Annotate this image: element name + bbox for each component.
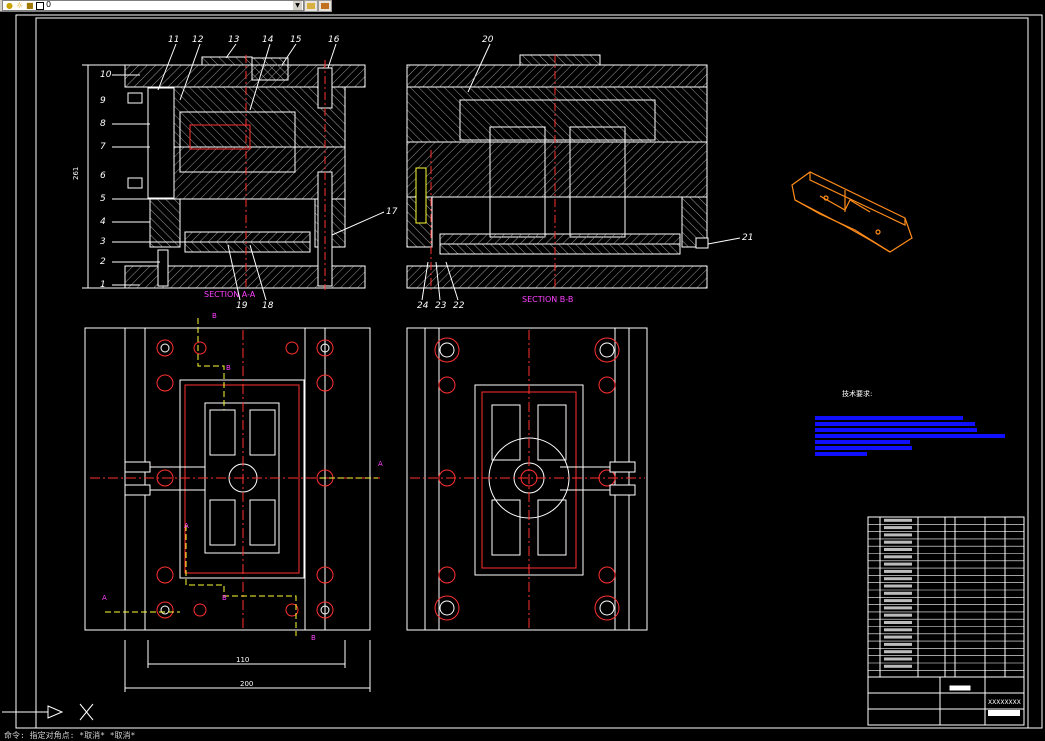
bom-row-text <box>884 628 912 632</box>
svg-text:A: A <box>378 460 383 468</box>
svg-text:14: 14 <box>262 35 274 45</box>
svg-text:6: 6 <box>100 171 106 181</box>
bom-row-text <box>884 540 912 544</box>
svg-text:19: 19 <box>236 301 248 311</box>
bom-row-text <box>884 613 912 617</box>
svg-text:21: 21 <box>742 233 753 243</box>
svg-text:24: 24 <box>417 301 429 311</box>
svg-text:9: 9 <box>100 96 106 106</box>
layer-color-icon <box>36 2 44 10</box>
drawing-number: XXXXXXXX <box>988 699 1021 706</box>
svg-text:2: 2 <box>100 257 106 267</box>
plan-view-left <box>84 318 380 692</box>
layer-previous-icon <box>321 3 329 9</box>
layer-dropdown[interactable]: ● ☼ ■ 0 ▼ <box>2 0 304 11</box>
bom-row-text <box>884 526 912 530</box>
bom-row-text <box>884 562 912 566</box>
section-b-view <box>406 54 709 290</box>
bom-row-text <box>884 635 912 639</box>
chevron-down-icon[interactable]: ▼ <box>293 1 302 10</box>
svg-text:23: 23 <box>435 301 447 311</box>
svg-text:5: 5 <box>100 194 106 204</box>
layer-lock-icon[interactable]: ■ <box>26 1 34 10</box>
bom-rows <box>868 518 1024 671</box>
layer-name: 0 <box>46 0 52 9</box>
layer-current-icon <box>307 3 315 9</box>
svg-text:18: 18 <box>262 301 274 311</box>
svg-text:17: 17 <box>386 207 398 217</box>
bom-row-text <box>884 642 912 646</box>
bom-row-text <box>884 664 912 668</box>
bom-row-text <box>884 569 912 573</box>
bom-row-text <box>884 518 912 522</box>
bom-row-text <box>884 657 912 661</box>
svg-text:A: A <box>102 594 107 602</box>
svg-text:20: 20 <box>482 35 494 45</box>
svg-text:10: 10 <box>100 70 112 80</box>
svg-text:11: 11 <box>168 35 179 45</box>
bom-row-text <box>884 591 912 595</box>
tech-requirements-title: 技术要求: <box>842 389 872 398</box>
section-a-label: SECTION A-A <box>204 290 256 299</box>
bom-row-text <box>884 599 912 603</box>
layer-sun-icon[interactable]: ☼ <box>16 1 23 10</box>
bom-row-text <box>884 533 912 537</box>
bom-row-text <box>884 584 912 588</box>
svg-text:16: 16 <box>328 35 340 45</box>
svg-text:4: 4 <box>100 217 106 227</box>
svg-text:1: 1 <box>100 280 106 290</box>
svg-text:261: 261 <box>72 167 80 180</box>
tech-requirements-text <box>815 416 1005 456</box>
svg-text:8: 8 <box>100 119 106 129</box>
layer-toolbar: ● ☼ ■ 0 ▼ <box>0 0 332 12</box>
svg-text:B: B <box>212 312 217 320</box>
svg-text:22: 22 <box>453 301 465 311</box>
command-line[interactable] <box>0 731 1045 740</box>
section-a-view: 2 6 1 <box>72 55 366 290</box>
bom-row-text <box>884 621 912 624</box>
svg-text:B: B <box>311 634 316 642</box>
part-3d-view <box>791 171 913 253</box>
svg-text:15: 15 <box>290 35 302 45</box>
section-b-label: SECTION B-B <box>522 295 573 304</box>
svg-text:A: A <box>184 522 189 530</box>
svg-text:13: 13 <box>228 35 240 45</box>
svg-text:3: 3 <box>100 237 106 247</box>
make-object-layer-current-button[interactable] <box>304 0 318 12</box>
svg-text:7: 7 <box>100 142 106 152</box>
bom-row-text <box>884 577 912 581</box>
svg-text:12: 12 <box>192 35 204 45</box>
bom-row-text <box>884 650 912 654</box>
svg-text:B: B <box>222 594 227 602</box>
layer-previous-button[interactable] <box>318 0 332 12</box>
plan-view-right <box>406 327 648 631</box>
drawing-canvas[interactable]: 261 SECTION A-A 11 12 13 14 15 16 20 10 … <box>0 0 1045 740</box>
svg-text:110: 110 <box>236 656 249 664</box>
layer-lightbulb-icon[interactable]: ● <box>6 1 13 10</box>
command-line-text: 命令: 指定对角点: *取消* *取消* <box>4 731 136 740</box>
bom-row-text <box>884 548 912 551</box>
svg-text:200: 200 <box>240 680 253 688</box>
bom-row-text <box>884 606 912 610</box>
svg-text:B: B <box>226 364 231 372</box>
bom-row-text <box>884 555 912 559</box>
